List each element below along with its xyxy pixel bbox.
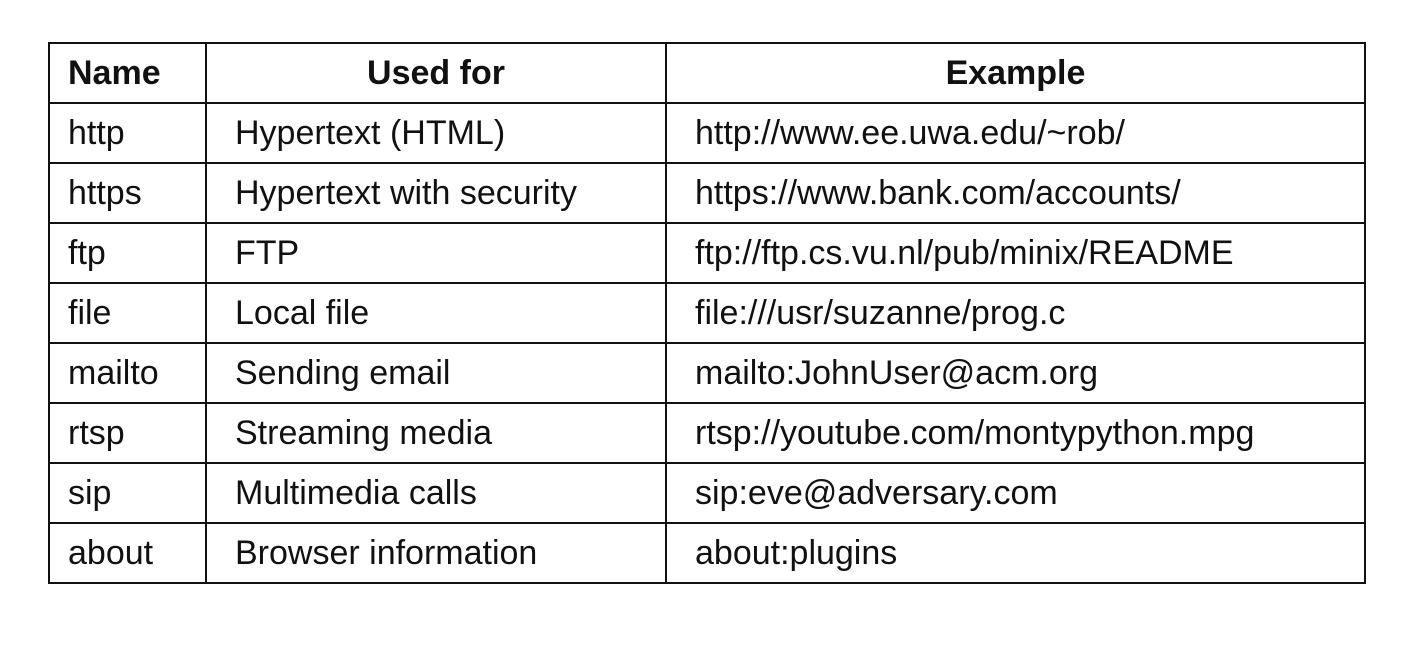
cell-name: sip [48,462,207,524]
header-name: Name [48,42,207,104]
table-row: ftp FTP ftp://ftp.cs.vu.nl/pub/minix/READM… [48,222,1366,284]
cell-used-for: FTP [205,222,667,284]
cell-used-for: Hypertext (HTML) [205,102,667,164]
table-row: mailto Sending email mailto:JohnUser@acm.o… [48,342,1366,404]
cell-example: https://www.bank.com/accounts/ [665,162,1366,224]
cell-example: rtsp://youtube.com/montypython.mpg [665,402,1366,464]
cell-name: about [48,522,207,584]
table-row: http Hypertext (HTML) http://www.ee.uwa.ed… [48,102,1366,164]
header-used-for: Used for [205,42,667,104]
cell-example: about:plugins [665,522,1366,584]
cell-name: ftp [48,222,207,284]
cell-used-for: Hypertext with security [205,162,667,224]
cell-used-for: Multimedia calls [205,462,667,524]
header-row: Name Used for Example [48,42,1366,104]
table-row: file Local file file:///usr/suzanne/prog.c [48,282,1366,344]
table-row: https Hypertext with security https://www.… [48,162,1366,224]
table-row: sip Multimedia calls sip:eve@adversary.com [48,462,1366,524]
cell-used-for: Streaming media [205,402,667,464]
cell-used-for: Browser information [205,522,667,584]
cell-name: https [48,162,207,224]
cell-used-for: Sending email [205,342,667,404]
cell-example: mailto:JohnUser@acm.org [665,342,1366,404]
cell-example: sip:eve@adversary.com [665,462,1366,524]
cell-example: http://www.ee.uwa.edu/~rob/ [665,102,1366,164]
table-row: about Browser information about:plugins [48,522,1366,584]
header-example: Example [665,42,1366,104]
cell-example: file:///usr/suzanne/prog.c [665,282,1366,344]
cell-name: mailto [48,342,207,404]
cell-name: http [48,102,207,164]
cell-name: rtsp [48,402,207,464]
cell-used-for: Local file [205,282,667,344]
cell-name: file [48,282,207,344]
table-row: rtsp Streaming media rtsp://youtube.com/mo… [48,402,1366,464]
cell-example: ftp://ftp.cs.vu.nl/pub/minix/README [665,222,1366,284]
url-schemes-table: Name Used for Example http Hypertext (HTM… [48,42,1366,584]
